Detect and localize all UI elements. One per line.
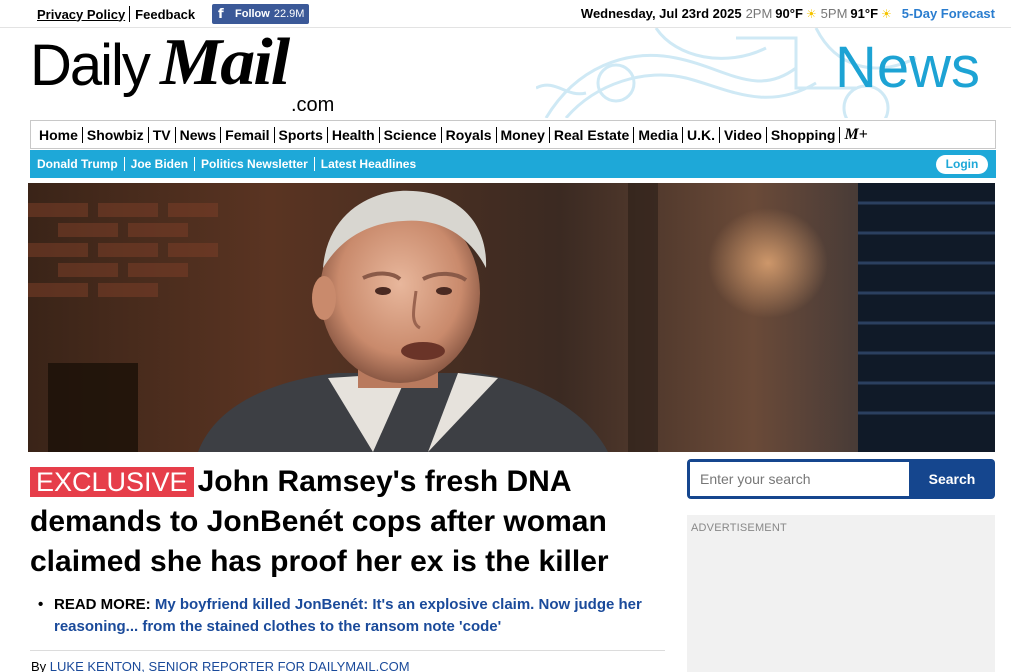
exclusive-badge: EXCLUSIVE — [30, 467, 194, 497]
top-links: Privacy Policy Feedback — [37, 6, 195, 22]
nav-item-sports[interactable]: Sports — [275, 126, 328, 143]
logo-daily-text[interactable]: Daily — [30, 36, 151, 96]
login-button[interactable]: Login — [936, 155, 988, 174]
nav-item-media[interactable]: Media — [634, 126, 684, 143]
search-input[interactable] — [690, 462, 909, 496]
follow-label: Follow — [235, 8, 270, 20]
logo-com-text: .com — [291, 94, 335, 116]
nav-item-money[interactable]: Money — [497, 126, 550, 143]
nav-item-health[interactable]: Health — [328, 126, 380, 143]
search-box: Search — [687, 459, 995, 499]
sun-icon: ☀ — [805, 6, 817, 21]
nav-item-tv[interactable]: TV — [149, 126, 176, 143]
subnav-item-latest-headlines[interactable]: Latest Headlines — [315, 157, 422, 171]
weather-bar: Wednesday, Jul 23rd 2025 2PM 90°F ☀ 5PM … — [581, 6, 995, 21]
weather-temp: 91°F — [850, 6, 879, 21]
divider — [129, 6, 131, 22]
weather-time: 5PM — [820, 6, 848, 21]
article-headline[interactable]: EXCLUSIVE John Ramsey's fresh DNA demands… — [30, 462, 665, 582]
follow-count: 22.9M — [273, 8, 305, 20]
facebook-follow-button[interactable]: f Follow 22.9M — [212, 4, 309, 24]
sun-icon: ☀ — [881, 6, 892, 21]
sub-nav: Donald Trump Joe Biden Politics Newslett… — [30, 150, 996, 178]
nav-item-video[interactable]: Video — [720, 126, 767, 143]
read-more-text: READ MORE: My boyfriend killed JonBenét:… — [54, 594, 668, 638]
nav-item-home[interactable]: Home — [35, 126, 83, 143]
nav-item-royals[interactable]: Royals — [442, 126, 497, 143]
subnav-item-politics-newsletter[interactable]: Politics Newsletter — [195, 157, 315, 171]
nav-item-showbiz[interactable]: Showbiz — [83, 126, 149, 143]
nav-item-femail[interactable]: Femail — [221, 126, 275, 143]
subnav-item-joe-biden[interactable]: Joe Biden — [125, 157, 196, 171]
subnav-item-donald-trump[interactable]: Donald Trump — [37, 157, 125, 171]
advertisement-label: ADVERTISEMENT — [691, 522, 787, 534]
nav-item-news[interactable]: News — [176, 126, 222, 143]
bullet: • — [38, 596, 44, 613]
nav-item-real-estate[interactable]: Real Estate — [550, 126, 635, 143]
hero-image[interactable] — [28, 183, 995, 452]
byline-author-link[interactable]: LUKE KENTON, SENIOR REPORTER FOR DAILYMA… — [50, 659, 410, 672]
divider — [30, 650, 665, 651]
current-date: Wednesday, Jul 23rd 2025 — [580, 6, 742, 21]
search-button[interactable]: Search — [909, 459, 995, 499]
hero-photo — [28, 183, 995, 452]
top-bar: Privacy Policy Feedback f Follow 22.9M W… — [0, 0, 1011, 28]
read-more-label: READ MORE: — [54, 596, 151, 613]
nav-item-shopping[interactable]: Shopping — [767, 126, 841, 143]
channel-title[interactable]: News — [835, 34, 980, 101]
facebook-icon: f — [218, 6, 224, 22]
nav-item-science[interactable]: Science — [380, 126, 442, 143]
byline-prefix: By — [31, 659, 47, 672]
main-nav: Home Showbiz TV News Femail Sports Healt… — [30, 120, 996, 149]
weather-temp: 90°F — [775, 6, 803, 21]
masthead: Daily Mail .com News — [30, 28, 996, 118]
advertisement-slot: ADVERTISEMENT — [687, 515, 995, 672]
read-more-item: • READ MORE: My boyfriend killed JonBené… — [38, 594, 668, 638]
mail-plus-link[interactable]: M+ — [840, 126, 871, 144]
feedback-link[interactable]: Feedback — [135, 7, 195, 22]
privacy-policy-link[interactable]: Privacy Policy — [37, 7, 125, 22]
five-day-forecast-link[interactable]: 5-Day Forecast — [902, 6, 995, 21]
byline: By LUKE KENTON, SENIOR REPORTER FOR DAIL… — [31, 659, 410, 672]
logo-mail-text[interactable]: Mail — [160, 29, 290, 97]
weather-time: 2PM — [745, 6, 773, 21]
nav-item-uk[interactable]: U.K. — [683, 126, 721, 143]
